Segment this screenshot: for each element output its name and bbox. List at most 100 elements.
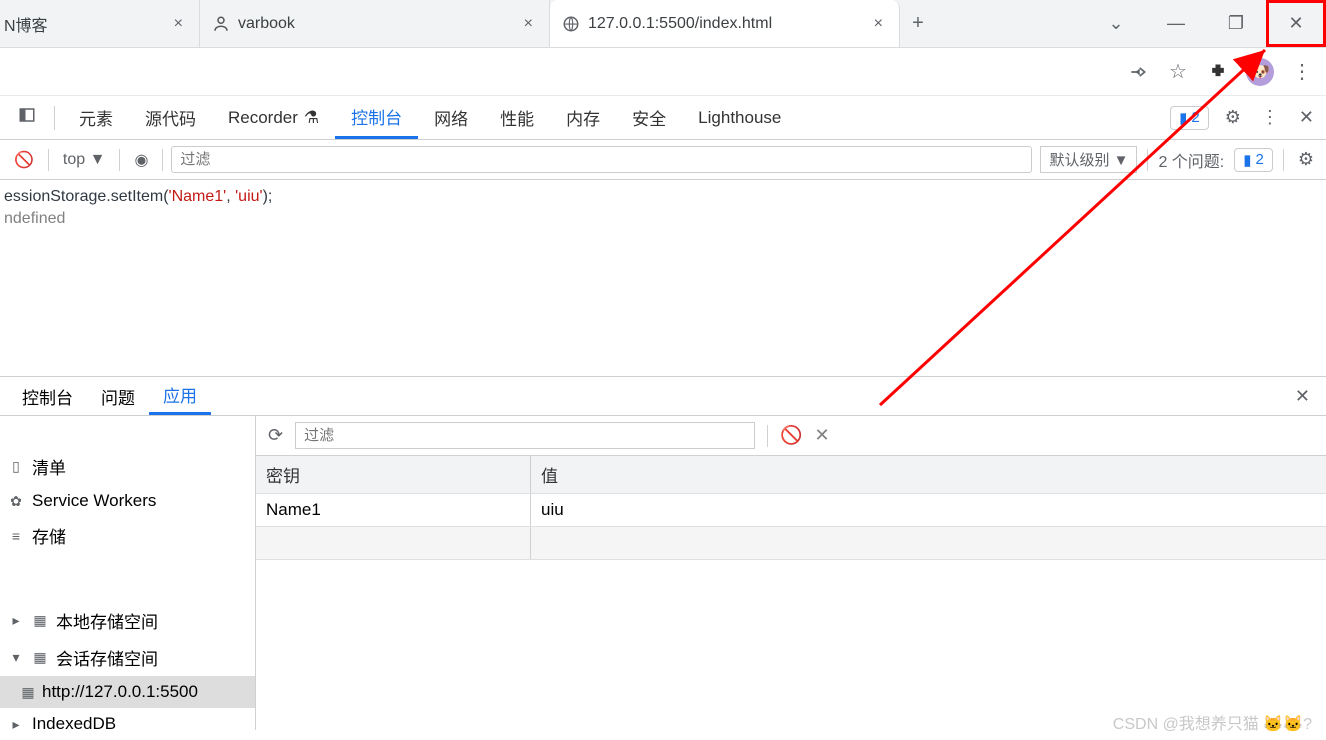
storage-table: 密钥 值 Name1 uiu — [256, 456, 1326, 730]
window-controls: ⌄ — ❐ ✕ — [1086, 0, 1326, 47]
sidebar-item-service-workers[interactable]: ✿ Service Workers — [0, 485, 255, 517]
chevron-down-icon: ▾ — [8, 649, 24, 666]
sidebar-item-label: Service Workers — [32, 491, 156, 511]
refresh-icon[interactable]: ⟳ — [268, 425, 283, 446]
database-icon: ≡ — [8, 528, 24, 544]
gear-icon[interactable]: ⚙ — [1221, 107, 1245, 128]
delete-selected-icon[interactable]: ✕ — [815, 425, 830, 446]
application-main: ⟳ 🚫 ✕ 密钥 值 Name1 uiu — [256, 416, 1326, 730]
browser-tab-strip: N博客 × varbook × 127.0.0.1:5500/index.htm… — [0, 0, 1326, 48]
new-tab-button[interactable]: + — [900, 0, 936, 47]
badge-count: 2 — [1191, 109, 1199, 126]
tab-title: varbook — [238, 15, 295, 33]
tabs-dropdown-icon[interactable]: ⌄ — [1086, 0, 1146, 47]
issues-badge[interactable]: ▮ 2 — [1234, 148, 1273, 172]
browser-tab-2[interactable]: varbook × — [200, 0, 550, 47]
browser-tab-3-active[interactable]: 127.0.0.1:5500/index.html × — [550, 0, 900, 47]
clear-console-icon[interactable]: 🚫 — [8, 150, 40, 170]
sidebar-item-manifest[interactable]: ▯ 清单 — [0, 448, 255, 485]
code-string: 'uiu' — [235, 188, 262, 205]
devtools-tab-network[interactable]: 网络 — [418, 96, 484, 139]
close-icon[interactable]: × — [520, 15, 537, 33]
close-drawer-icon[interactable]: ✕ — [1287, 386, 1318, 407]
message-icon: ▮ — [1179, 109, 1187, 127]
dock-icon[interactable] — [8, 106, 46, 129]
table-row-empty[interactable] — [256, 527, 1326, 560]
table-header-row: 密钥 值 — [256, 456, 1326, 494]
sidebar-item-label: 会话存储空间 — [56, 645, 158, 670]
storage-toolbar: ⟳ 🚫 ✕ — [256, 416, 1326, 456]
bookmark-star-icon[interactable]: ☆ — [1166, 60, 1190, 84]
devtools-tab-memory[interactable]: 内存 — [550, 96, 616, 139]
tab-title: N博客 — [4, 12, 48, 36]
globe-icon — [562, 15, 580, 33]
issues-label: 2 个问题: — [1158, 148, 1224, 172]
console-message-badge[interactable]: ▮ 2 — [1170, 106, 1209, 130]
console-line-command: essionStorage.setItem('Name1', 'uiu'); — [4, 186, 1322, 208]
profile-avatar[interactable]: 🐶 — [1246, 58, 1274, 86]
sidebar-item-storage[interactable]: ≡存储 — [0, 517, 255, 554]
badge-count: 2 — [1256, 151, 1264, 168]
application-panel: ▯清单 ✿Service Workers ≡存储 ▸▦本地存储空间 ▾▦会话存储… — [0, 416, 1326, 730]
live-expression-icon[interactable]: ◉ — [128, 150, 154, 170]
devtools-tab-sources[interactable]: 源代码 — [129, 96, 212, 139]
context-selector[interactable]: top ▼ — [57, 151, 112, 169]
drawer-tab-console[interactable]: 控制台 — [8, 377, 87, 415]
clear-all-icon[interactable]: 🚫 — [780, 425, 802, 446]
code-string: 'Name1' — [169, 188, 227, 205]
sidebar-item-label: http://127.0.0.1:5500 — [42, 682, 198, 702]
chevron-right-icon: ▸ — [8, 716, 24, 733]
console-filter-bar: 🚫 top ▼ ◉ 默认级别 ▼ 2 个问题: ▮ 2 ⚙ — [0, 140, 1326, 180]
devtools-tab-lighthouse[interactable]: Lighthouse — [682, 96, 797, 139]
message-icon: ▮ — [1243, 151, 1251, 169]
window-close-button[interactable]: ✕ — [1266, 0, 1326, 47]
cell-value: uiu — [531, 494, 1326, 526]
flask-icon: ⚗ — [304, 108, 319, 128]
sidebar-item-label: IndexedDB — [32, 714, 116, 734]
close-devtools-icon[interactable]: ✕ — [1295, 107, 1318, 128]
tab-title: 127.0.0.1:5500/index.html — [588, 15, 772, 33]
sidebar-item-indexeddb[interactable]: ▸ IndexedDB — [0, 708, 255, 740]
devtools-tab-console[interactable]: 控制台 — [335, 96, 418, 139]
close-icon[interactable]: × — [870, 15, 887, 33]
minimize-icon[interactable]: — — [1146, 0, 1206, 47]
sidebar-item-label: 本地存储空间 — [56, 608, 158, 633]
console-filter-input[interactable] — [171, 146, 1032, 173]
sidebar-item-session-storage[interactable]: ▾▦会话存储空间 — [0, 639, 255, 676]
devtools-tab-bar: 元素 源代码 Recorder ⚗ 控制台 网络 性能 内存 安全 Lighth… — [0, 96, 1326, 140]
maximize-icon[interactable]: ❐ — [1206, 0, 1266, 47]
table-row[interactable]: Name1 uiu — [256, 494, 1326, 527]
devtools-tab-security[interactable]: 安全 — [616, 96, 682, 139]
header-key[interactable]: 密钥 — [256, 456, 531, 493]
browser-toolbar: ☆ 🐶 ⋮ — [0, 48, 1326, 96]
cell-key: Name1 — [256, 494, 531, 526]
favicon-icon — [212, 15, 230, 33]
devtools-tab-recorder[interactable]: Recorder ⚗ — [212, 96, 335, 139]
console-output[interactable]: essionStorage.setItem('Name1', 'uiu'); n… — [0, 180, 1326, 376]
sidebar-item-local-storage[interactable]: ▸▦本地存储空间 — [0, 602, 255, 639]
devtools-tab-elements[interactable]: 元素 — [63, 96, 129, 139]
storage-filter-input[interactable] — [295, 422, 755, 449]
browser-tab-1[interactable]: N博客 × — [0, 0, 200, 47]
sidebar-item-session-origin[interactable]: ▦ http://127.0.0.1:5500 — [0, 676, 255, 708]
gear-icon: ✿ — [8, 493, 24, 510]
kebab-icon[interactable]: ⋮ — [1257, 107, 1283, 128]
drawer-tab-application[interactable]: 应用 — [149, 377, 211, 415]
application-sidebar: ▯清单 ✿Service Workers ≡存储 ▸▦本地存储空间 ▾▦会话存储… — [0, 416, 256, 730]
grid-icon: ▦ — [20, 684, 36, 701]
console-line-result: ndefined — [4, 208, 1322, 230]
document-icon: ▯ — [8, 458, 24, 475]
console-settings-icon[interactable]: ⚙ — [1294, 149, 1318, 170]
tab-label: Recorder — [228, 108, 298, 128]
sidebar-item-label: 清单 — [32, 454, 66, 479]
drawer-tab-issues[interactable]: 问题 — [87, 377, 149, 415]
devtools-tab-performance[interactable]: 性能 — [484, 96, 550, 139]
header-value[interactable]: 值 — [531, 456, 1326, 493]
extensions-icon[interactable] — [1206, 60, 1230, 84]
close-icon[interactable]: × — [170, 15, 187, 33]
drawer-tab-bar: 控制台 问题 应用 ✕ — [0, 376, 1326, 416]
share-icon[interactable] — [1126, 60, 1150, 84]
log-level-dropdown[interactable]: 默认级别 ▼ — [1040, 146, 1137, 173]
kebab-menu-icon[interactable]: ⋮ — [1290, 60, 1314, 84]
code-text: , — [226, 188, 235, 205]
